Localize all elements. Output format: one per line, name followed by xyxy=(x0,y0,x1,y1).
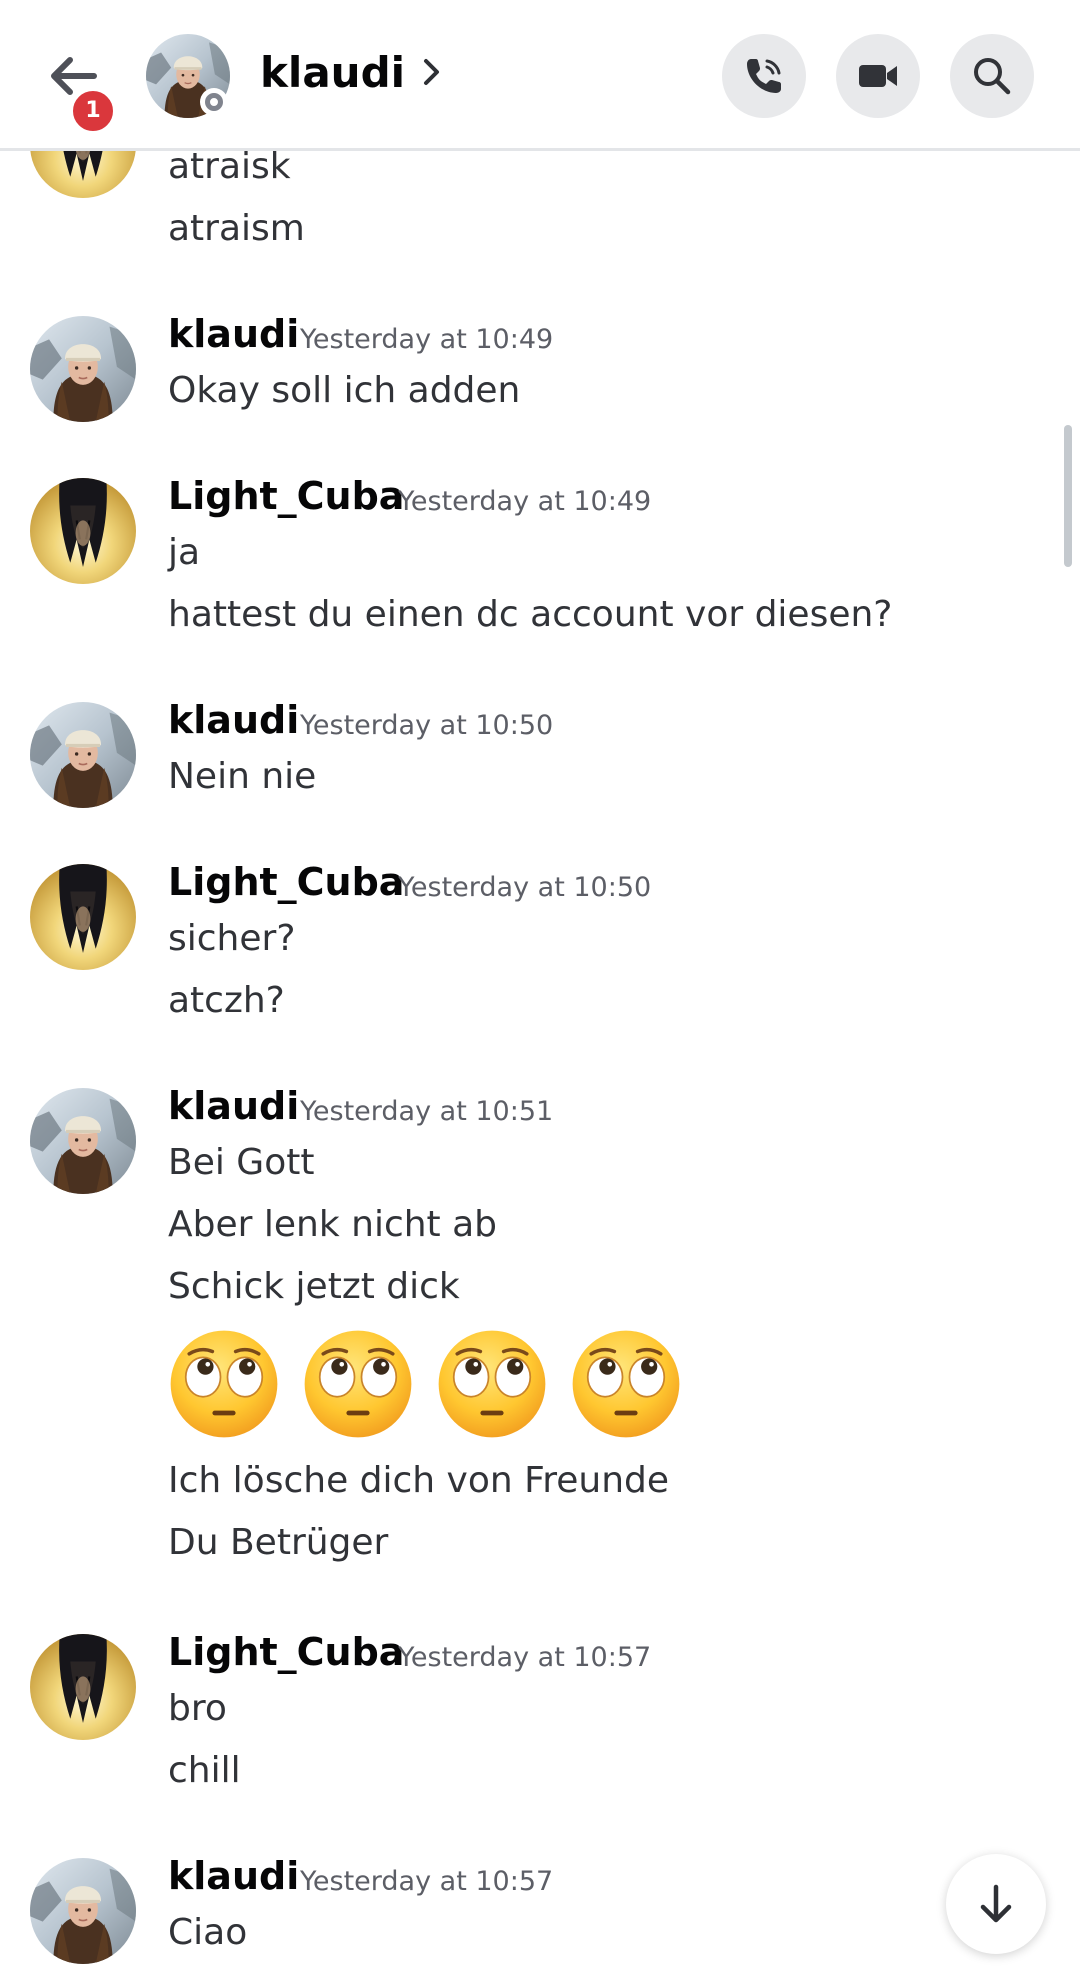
channel-name: klaudi xyxy=(260,47,406,97)
search-button[interactable] xyxy=(950,34,1034,118)
search-icon xyxy=(974,58,1011,95)
arrow-down-icon xyxy=(980,1884,1012,1923)
emoji-message xyxy=(166,1326,684,1442)
avatar[interactable] xyxy=(30,316,136,422)
face-with-rolling-eyes-icon xyxy=(434,1326,550,1442)
message-author[interactable]: Light_Cuba xyxy=(168,860,404,904)
video-camera-icon xyxy=(859,65,897,87)
message-text: atczh? xyxy=(168,980,285,1021)
message-text: Schick jetzt dick xyxy=(168,1266,460,1307)
offline-status-icon xyxy=(200,88,228,116)
avatar[interactable] xyxy=(30,864,136,970)
message-text: Ich lösche dich von Freunde xyxy=(168,1460,670,1501)
avatar[interactable] xyxy=(30,1634,136,1740)
message-timestamp: Yesterday at 10:50 xyxy=(300,710,554,741)
message-text: chill xyxy=(168,1750,241,1791)
face-with-rolling-eyes-icon xyxy=(166,1326,282,1442)
message-author[interactable]: klaudi xyxy=(168,1854,299,1898)
message-timestamp: Yesterday at 10:50 xyxy=(398,872,652,903)
voice-call-button[interactable] xyxy=(722,34,806,118)
avatar[interactable] xyxy=(30,478,136,584)
message-text: Bei Gott xyxy=(168,1142,315,1183)
chat-header: 1 klaudi xyxy=(0,0,1080,151)
message-text: ja xyxy=(168,532,201,573)
face-with-rolling-eyes-icon xyxy=(300,1326,416,1442)
message-text: sicher? xyxy=(168,918,296,959)
message-author[interactable]: klaudi xyxy=(168,312,299,356)
message-text: atraism xyxy=(168,208,305,249)
message-text: hattest du einen dc account vor diesen? xyxy=(168,594,893,635)
channel-title[interactable]: klaudi xyxy=(260,42,443,102)
message-timestamp: Yesterday at 10:51 xyxy=(300,1096,554,1127)
message-author[interactable]: Light_Cuba xyxy=(168,474,404,518)
message-text: Du Betrüger xyxy=(168,1522,389,1563)
message-author[interactable]: Light_Cuba xyxy=(168,1630,404,1674)
message-timestamp: Yesterday at 10:49 xyxy=(300,324,554,355)
message-text: Nein nie xyxy=(168,756,317,797)
chevron-right-icon xyxy=(424,59,440,85)
message-list[interactable]: atraisk atraism klaudi Yesterday at 10:4… xyxy=(0,0,1080,1986)
header-avatar[interactable] xyxy=(146,34,230,118)
unread-badge: 1 xyxy=(70,88,116,134)
message-author[interactable]: klaudi xyxy=(168,1084,299,1128)
message-timestamp: Yesterday at 10:57 xyxy=(398,1642,652,1673)
avatar[interactable] xyxy=(30,1858,136,1964)
message-text: Ciao xyxy=(168,1912,248,1953)
phone-call-icon xyxy=(747,59,781,93)
scrollbar[interactable] xyxy=(1064,425,1072,567)
message-author[interactable]: klaudi xyxy=(168,698,299,742)
jump-to-present-button[interactable] xyxy=(946,1854,1046,1954)
message-text: Aber lenk nicht ab xyxy=(168,1204,498,1245)
face-with-rolling-eyes-icon xyxy=(568,1326,684,1442)
message-timestamp: Yesterday at 10:57 xyxy=(300,1866,554,1897)
avatar[interactable] xyxy=(30,1088,136,1194)
message-text: Okay soll ich adden xyxy=(168,370,521,411)
avatar[interactable] xyxy=(30,702,136,808)
message-timestamp: Yesterday at 10:49 xyxy=(398,486,652,517)
video-call-button[interactable] xyxy=(836,34,920,118)
message-text: bro xyxy=(168,1688,227,1729)
message-text: atraisk xyxy=(168,146,291,187)
